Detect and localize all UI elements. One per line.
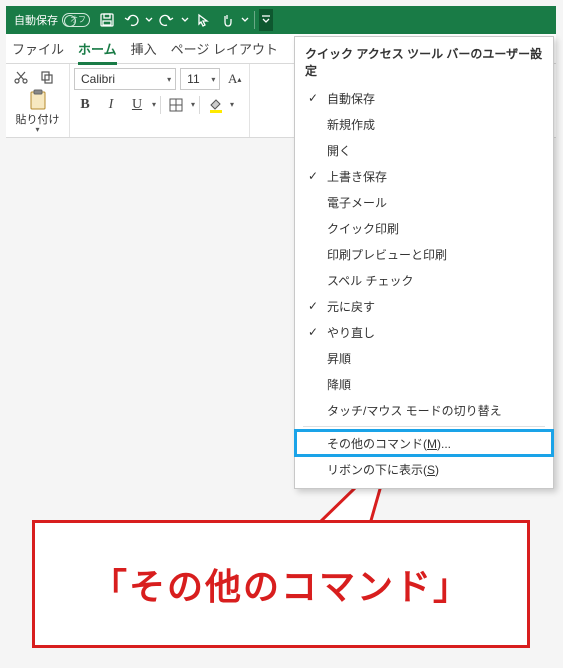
- redo-dropdown[interactable]: [180, 9, 190, 31]
- cursor-button[interactable]: [192, 9, 214, 31]
- redo-button[interactable]: [156, 9, 178, 31]
- menu-item-label: タッチ/マウス モードの切り替え: [327, 402, 502, 419]
- increase-font-button[interactable]: A▴: [224, 68, 245, 90]
- customize-qat-button[interactable]: [259, 9, 273, 31]
- check-icon: ✓: [305, 325, 321, 339]
- touch-mouse-button[interactable]: [216, 9, 238, 31]
- chevron-down-icon: ▾: [211, 75, 215, 84]
- check-icon: ✓: [305, 91, 321, 105]
- menu-item-label: 印刷プレビューと印刷: [327, 246, 447, 263]
- chevron-down-icon[interactable]: ▾: [191, 102, 195, 108]
- font-size-combo[interactable]: 11 ▾: [180, 68, 220, 90]
- menu-item-spellcheck[interactable]: スペル チェック: [295, 267, 553, 293]
- menu-item-label: その他のコマンド(M)...: [327, 435, 451, 452]
- menu-item-label: やり直し: [327, 324, 375, 341]
- menu-item-label: リボンの下に表示(S): [327, 461, 439, 478]
- menu-item-email[interactable]: 電子メール: [295, 189, 553, 215]
- menu-item-printpreview[interactable]: 印刷プレビューと印刷: [295, 241, 553, 267]
- font-size-value: 11: [187, 72, 199, 86]
- annotation-callout: 「その他のコマンド」: [32, 520, 530, 648]
- menu-title: クイック アクセス ツール バーのユーザー設定: [295, 41, 553, 85]
- check-icon: ✓: [305, 169, 321, 183]
- menu-item-touchmouse[interactable]: タッチ/マウス モードの切り替え: [295, 397, 553, 423]
- font-name-value: Calibri: [81, 72, 115, 86]
- font-name-combo[interactable]: Calibri ▾: [74, 68, 176, 90]
- menu-item-save[interactable]: ✓ 上書き保存: [295, 163, 553, 189]
- autosave-label: 自動保存: [14, 12, 58, 28]
- menu-item-label: 降順: [327, 376, 351, 393]
- copy-button[interactable]: [36, 68, 58, 86]
- chevron-down-icon: ▾: [167, 75, 171, 84]
- customize-qat-menu: クイック アクセス ツール バーのユーザー設定 ✓ 自動保存 新規作成 開く ✓…: [294, 36, 554, 489]
- menu-item-undo[interactable]: ✓ 元に戻す: [295, 293, 553, 319]
- menu-item-label: 上書き保存: [327, 168, 387, 185]
- qat-divider: [254, 11, 255, 29]
- menu-item-new[interactable]: 新規作成: [295, 111, 553, 137]
- menu-item-sortasc[interactable]: 昇順: [295, 345, 553, 371]
- tab-home[interactable]: ホーム: [78, 39, 117, 58]
- menu-item-more-commands[interactable]: その他のコマンド(M)...: [295, 430, 553, 456]
- underline-button[interactable]: U: [126, 94, 148, 116]
- touch-mouse-dropdown[interactable]: [240, 9, 250, 31]
- menu-item-show-below-ribbon[interactable]: リボンの下に表示(S): [295, 456, 553, 482]
- menu-item-label: 昇順: [327, 350, 351, 367]
- check-icon: ✓: [305, 299, 321, 313]
- separator: [199, 96, 200, 114]
- clipboard-group: 貼り付け ▾: [6, 64, 70, 137]
- italic-button[interactable]: I: [100, 94, 122, 116]
- menu-item-sortdesc[interactable]: 降順: [295, 371, 553, 397]
- font-group: Calibri ▾ 11 ▾ A▴ B I U ▾ ▾: [70, 64, 250, 137]
- menu-item-label: スペル チェック: [327, 272, 414, 289]
- tab-insert[interactable]: 挿入: [131, 39, 157, 58]
- menu-item-label: 開く: [327, 142, 351, 159]
- chevron-down-icon[interactable]: ▾: [230, 102, 234, 108]
- title-bar: 自動保存 オフ: [6, 6, 556, 34]
- menu-item-label: 新規作成: [327, 116, 375, 133]
- undo-dropdown[interactable]: [144, 9, 154, 31]
- paste-button[interactable]: 貼り付け ▾: [16, 88, 60, 133]
- separator: [160, 96, 161, 114]
- chevron-down-icon[interactable]: ▾: [152, 102, 156, 108]
- menu-item-autosave[interactable]: ✓ 自動保存: [295, 85, 553, 111]
- menu-item-label: 電子メール: [327, 194, 387, 211]
- chevron-down-icon: ▾: [35, 127, 39, 133]
- menu-item-label: 自動保存: [327, 90, 375, 107]
- save-button[interactable]: [96, 9, 118, 31]
- autosave-toggle[interactable]: 自動保存 オフ: [10, 12, 94, 28]
- menu-separator: [303, 426, 545, 427]
- fill-color-button[interactable]: [204, 94, 226, 116]
- menu-item-open[interactable]: 開く: [295, 137, 553, 163]
- menu-item-redo[interactable]: ✓ やり直し: [295, 319, 553, 345]
- menu-item-quickprint[interactable]: クイック印刷: [295, 215, 553, 241]
- menu-item-label: クイック印刷: [327, 220, 399, 237]
- undo-button[interactable]: [120, 9, 142, 31]
- callout-text: 「その他のコマンド」: [91, 558, 471, 610]
- borders-button[interactable]: [165, 94, 187, 116]
- bold-button[interactable]: B: [74, 94, 96, 116]
- excel-window: 自動保存 オフ ファ: [6, 6, 556, 138]
- toggle-off-icon: オフ: [62, 13, 90, 27]
- cut-button[interactable]: [10, 68, 32, 86]
- tab-pagelayout[interactable]: ページ レイアウト: [171, 39, 278, 58]
- tab-file[interactable]: ファイル: [12, 39, 64, 58]
- menu-item-label: 元に戻す: [327, 298, 375, 315]
